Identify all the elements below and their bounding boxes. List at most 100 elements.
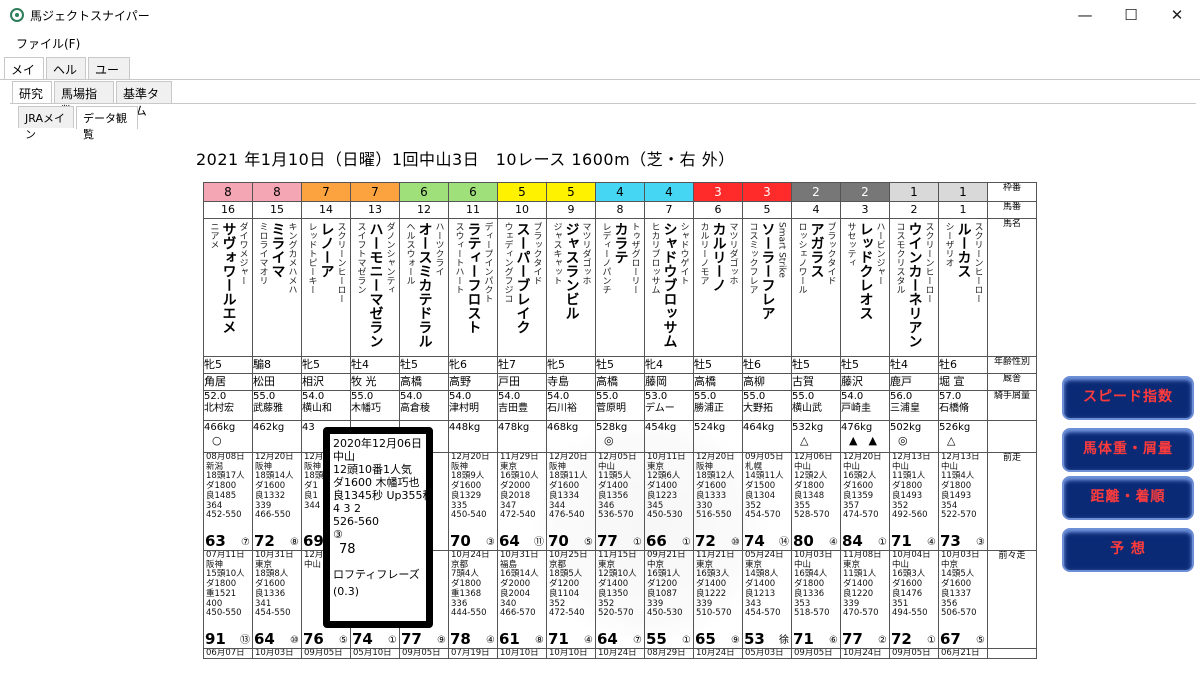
past-race-line: 522-570 (941, 510, 977, 521)
body-weight: 454kg (645, 422, 677, 433)
sex-age: 牝5 (547, 358, 566, 371)
jockey: 吉田豊 (498, 403, 529, 414)
past-race-cell[interactable]: 10月31日 東京 18頭8人 ダ1600 良1336 341 454-550 64 ⑩ (252, 550, 302, 649)
past-race-cell[interactable]: 12月20日 阪神 18頭9人 ダ1600 良1329 335 450-540 70 ③ (448, 452, 498, 551)
horse-name: ジャスランビル (563, 222, 579, 320)
past-race-cell[interactable]: 10月31日 福島 16頭14人 ダ2000 良2004 340 466-570 61 ⑧ (497, 550, 547, 649)
past-race-cell[interactable]: 11月21日 東京 16頭3人 ダ1400 良1222 339 510-570 65 ⑨ (693, 550, 743, 649)
stable-cell: 松田 (252, 373, 302, 391)
jockey-cell: 55.0 木幡巧 (350, 390, 400, 421)
past-race-cell[interactable]: 07月11日 阪神 15頭10人 ダ1800 重1521 400 450-550 91 ⑬ (203, 550, 253, 649)
past-race-score: 70 (548, 532, 569, 550)
past-race-place: ④ (486, 635, 495, 646)
past-race-place: 徐 (779, 635, 789, 646)
past-race-cell[interactable]: 10月24日 京都 7頭4人 ダ1800 重1368 336 444-550 78 ④ (448, 550, 498, 649)
close-button[interactable]: ✕ (1154, 0, 1200, 30)
minimize-button[interactable]: — (1062, 0, 1108, 30)
menu-bar: ファイル(F) (0, 30, 1200, 54)
past-race-cell[interactable]: 12月13日 中山 11頭4人 ダ1800 良1493 354 522-570 73 ③ (938, 452, 988, 551)
body-weight-cell: 462kg (252, 420, 302, 453)
past-race-3-date: 05月03日 (745, 648, 784, 658)
horse-name-cell[interactable]: マツリダゴッホ ジャスランビル ジャスキャット (546, 218, 596, 357)
body-weight: 526kg (939, 422, 971, 433)
tab-user[interactable]: ユーザ (88, 57, 130, 94)
tab-main[interactable]: メイン (4, 57, 44, 94)
horse-name-cell[interactable]: スクリーンヒーロー ウインカーネリアン コスモクリスタル (889, 218, 939, 357)
past-race-cell[interactable]: 10月03日 中京 14頭5人 ダ1600 良1337 356 506-570 67 ⑤ (938, 550, 988, 649)
weight-carried: 54.0 (400, 391, 423, 403)
tab-jra-main[interactable]: JRAメイン (18, 106, 74, 141)
body-weight-button[interactable]: 馬体重・屑量 (1062, 428, 1194, 472)
past-race-cell[interactable]: 11月08日 東京 11頭1人 ダ1400 良1220 339 470-570 77 ② (840, 550, 890, 649)
past-race-cell[interactable]: 12月20日 阪神 18頭11人 ダ1600 良1334 344 476-540 70 ⑤ (546, 452, 596, 551)
horse-name-cell[interactable]: スクリーンヒーロー レノーア レッドトピーキー (301, 218, 351, 357)
jockey-cell: 57.0 石橋脩 (938, 390, 988, 421)
past-race-cell[interactable]: 12月05日 中山 11頭5人 ダ1400 良1356 346 536-570 77 ① (595, 452, 645, 551)
horse-name-cell[interactable]: ハーツクライ オースミカテドラル ヘルスウォール (399, 218, 449, 357)
past-race-cell[interactable]: 05月24日 東京 14頭8人 ダ1400 良1213 343 454-570 53 徐 (742, 550, 792, 649)
horse-name-cell[interactable]: ハービンジャー レッドクレオス サセッティ (840, 218, 890, 357)
prev1-label: 前走 (987, 452, 1037, 551)
stable-cell: 藤岡 (644, 373, 694, 391)
horse-name-cell[interactable]: ダイワメジャー サヴォワールエメ ニアメ (203, 218, 253, 357)
weight-carried: 54.0 (841, 391, 864, 403)
past-race-cell[interactable]: 09月21日 中京 16頭1人 ダ1200 良1087 339 450-530 55 ① (644, 550, 694, 649)
horse-name: スーパーブレイク (514, 222, 530, 334)
stable-cell: 藤沢 (840, 373, 890, 391)
data-tabs: JRAメイン データ観覧 (0, 106, 1200, 141)
window-title: 馬ジェクトスナイパー (30, 9, 150, 23)
body-weight: 448kg (449, 422, 481, 433)
past-race-cell[interactable]: 12月06日 中山 12頭2人 ダ1800 良1348 355 528-570 80 ④ (791, 452, 841, 551)
past-race-cell[interactable]: 10月25日 京都 18頭5人 ダ1200 良1104 352 472-540 71 ④ (546, 550, 596, 649)
speed-index-button[interactable]: スピード指数 (1062, 376, 1194, 420)
horse-name-cell[interactable]: トゥザグローリー カラテ レディーノパンチ (595, 218, 645, 357)
past-race-place: ④ (927, 537, 936, 548)
past-race-cell[interactable]: 12月13日 中山 11頭1人 ダ1800 良1493 352 492-560 71 ④ (889, 452, 939, 551)
past-race-cell[interactable]: 08月08日 新潟 18頭17人 ダ1800 良1485 364 452-550 63 ⑦ (203, 452, 253, 551)
horse-number-cell: 2 (889, 201, 939, 219)
tab-data-view[interactable]: データ観覧 (76, 106, 138, 141)
sire-name: キングカメハメハ (286, 222, 297, 294)
forecast-button[interactable]: 予 想 (1062, 528, 1194, 572)
waku-cell: 7 (301, 182, 351, 202)
sire-name: ハーツクライ (433, 222, 444, 276)
past-race-cell[interactable]: 10月03日 中山 16頭4人 ダ1800 良1336 353 518-570 71 ⑥ (791, 550, 841, 649)
body-weight: 502kg (890, 422, 922, 433)
horse-name-cell[interactable]: スクリーンヒーロー ルーカス シーザリオ (938, 218, 988, 357)
jockey-cell: 56.0 三浦皇 (889, 390, 939, 421)
sire-name: Smart Strike (776, 222, 787, 278)
horse-name-cell[interactable]: ブラックタイド アガラス ロッシェノワール (791, 218, 841, 357)
past-race-cell[interactable]: 10月04日 中山 16頭3人 ダ1600 良1476 351 494-550 72 ① (889, 550, 939, 649)
tooltip-place: ③ (333, 528, 343, 541)
tab-research[interactable]: 研究 (12, 81, 52, 104)
horse-name-cell[interactable]: キングカメハメハ ミライマ ミロライマオリ (252, 218, 302, 357)
past-race-cell[interactable]: 10月11日 東京 12頭6人 ダ1400 良1223 345 450-530 66 ① (644, 452, 694, 551)
past-race-line: 494-550 (892, 608, 928, 619)
past-race-cell[interactable]: 11月15日 東京 12頭10人 ダ1400 良1350 352 520-570 64 ⑦ (595, 550, 645, 649)
past-race-cell[interactable]: 12月20日 阪神 18頭12人 ダ1600 良1333 330 516-550 72 ⑩ (693, 452, 743, 551)
jockey-cell: 53.0 デムー (644, 390, 694, 421)
menu-file[interactable]: ファイル(F) (16, 35, 80, 52)
past-race-cell[interactable]: 09月05日 札幌 14頭11人 ダ1500 良1304 352 454-570 74 ⑭ (742, 452, 792, 551)
past-race-cell[interactable]: 12月20日 中山 16頭2人 ダ1600 良1359 357 474-570 84 ① (840, 452, 890, 551)
past-race-place: ⑧ (290, 537, 299, 548)
horse-name-cell[interactable]: シャドウゲイト シャドウブロッサム ヒカリブロッサム (644, 218, 694, 357)
past-race-cell[interactable]: 11月29日 東京 16頭10人 ダ2000 良2018 347 472-540 64 ⑪ (497, 452, 547, 551)
past-race-place: ① (878, 537, 887, 548)
past-race-score: 70 (450, 532, 471, 550)
maximize-button[interactable]: ☐ (1108, 0, 1154, 30)
tab-track-index[interactable]: 馬場指数 (54, 81, 114, 118)
horse-name-cell[interactable]: マツリダゴッホ カルリーノ カルリーノモア (693, 218, 743, 357)
tooltip-field-info: 12頭10番1人気 (333, 463, 412, 476)
past-race-line: 450-530 (647, 510, 683, 521)
dam-name: レッドトピーキー (306, 222, 317, 294)
horse-name-cell[interactable]: ディープインパクト ラティーフロスト スウィートハート (448, 218, 498, 357)
distance-finish-button[interactable]: 距離・着順 (1062, 476, 1194, 520)
horse-name-cell[interactable]: ブラックタイド スーパーブレイク ウェディングフジコ (497, 218, 547, 357)
past-race-cell[interactable]: 12月20日 阪神 18頭14人 ダ1600 良1332 339 466-550 72 ⑧ (252, 452, 302, 551)
horse-name-cell[interactable]: Smart Strike ソーラーフレア コスミックフレア (742, 218, 792, 357)
tab-help[interactable]: ヘルプ (46, 57, 86, 94)
horse-name-cell[interactable]: ダノンシャンティ ハーモニーマゼラン スイフトマゼラン (350, 218, 400, 357)
past-race-3-date: 09月05日 (892, 648, 931, 658)
tab-standard-time[interactable]: 基準タイム (116, 81, 172, 118)
